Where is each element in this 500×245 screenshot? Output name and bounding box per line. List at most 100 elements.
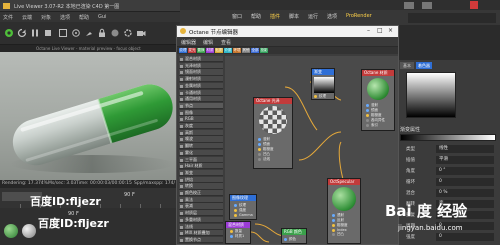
node-list-item[interactable]: 渐变	[179, 169, 223, 177]
attr-tab-shader[interactable]: 着色器	[416, 62, 432, 69]
viewer-menu-options[interactable]: 选项	[60, 14, 70, 21]
viewer-menu-help[interactable]: 帮助	[79, 14, 89, 21]
viewer-info-text: Octane Live Viewer - material preview - …	[36, 46, 141, 51]
c4d-menu-options[interactable]: 选项	[327, 13, 337, 20]
node-list-item[interactable]: 噪波	[179, 136, 223, 143]
node-list-item[interactable]: Hair 材质	[179, 163, 223, 170]
c4d-menu-help[interactable]: 帮助	[251, 13, 261, 20]
region-render-icon[interactable]	[58, 28, 68, 38]
node-list-item[interactable]: 雾化	[179, 149, 223, 157]
node-category-tab[interactable]: 投影	[260, 48, 268, 53]
viewer-menu-cloud[interactable]: 云端	[22, 14, 32, 21]
node-list-item[interactable]: 混合材质	[179, 56, 223, 63]
node-category-tab[interactable]: 发光	[188, 48, 196, 53]
node-gradient[interactable]: 渐变 纹理	[311, 68, 335, 100]
node-list-item[interactable]: 置换节点	[179, 236, 223, 244]
c4d-toolbar-icon[interactable]	[404, 2, 414, 9]
c4d-toolbar-icon[interactable]	[422, 2, 432, 9]
render-image[interactable]	[0, 52, 180, 180]
node-list-item[interactable]: 卡通材质	[179, 89, 223, 96]
node-menu-view[interactable]: 查看	[221, 39, 231, 46]
node-category-tab[interactable]: 置换	[197, 48, 205, 53]
pick-material-icon[interactable]	[84, 28, 94, 38]
node-list-item[interactable]: RGB	[179, 116, 223, 123]
attr-row-value[interactable]: 0	[436, 178, 494, 186]
node-list-item[interactable]: 镜面材质	[179, 69, 223, 76]
node-rgb-color[interactable]: RGB 颜色 颜色	[281, 228, 307, 244]
node-mix-material[interactable]: 混合材质 数量 材质1	[225, 221, 251, 244]
viewer-menu-object[interactable]: 对象	[41, 14, 51, 21]
c4d-menu-run[interactable]: 运行	[308, 13, 318, 20]
viewer-menu-gui[interactable]: Gui	[98, 14, 106, 20]
camera-icon[interactable]	[136, 28, 146, 38]
attr-row-value[interactable]: 0 %	[436, 189, 494, 197]
gradient-ramp[interactable]	[400, 134, 496, 141]
node-pin[interactable]: 颜色	[284, 237, 296, 242]
node-list-item[interactable]: 多重材质	[179, 216, 223, 224]
node-list-item[interactable]: 翻转	[179, 143, 223, 150]
node-list-item[interactable]: 乘法	[179, 196, 223, 203]
node-category-tab[interactable]: 贴图	[215, 48, 223, 53]
node-oct-specular[interactable]: OctSpecular 透射 反射 粗糙度 Index 凹凸	[327, 178, 361, 244]
node-image-texture[interactable]: 图像纹理 纹理 强度 Gamma	[229, 194, 257, 220]
node-list-item[interactable]: 通用材质	[179, 96, 223, 103]
send-scene-icon[interactable]	[4, 28, 14, 38]
pause-icon[interactable]	[30, 28, 40, 38]
node-pin[interactable]: 纹理	[314, 94, 326, 99]
attr-row-value[interactable]: 0	[436, 233, 494, 241]
node-list-item[interactable]: 高斯	[179, 129, 223, 136]
close-icon[interactable]: ×	[388, 27, 393, 34]
material-thumbnail[interactable]	[4, 224, 18, 238]
node-pin[interactable]: 材质1	[230, 234, 254, 239]
maximize-icon[interactable]: □	[377, 27, 383, 34]
node-list-item[interactable]: 颜色校正	[179, 190, 223, 197]
node-category-tab[interactable]: 全部	[251, 48, 259, 53]
node-octane-glossy[interactable]: Octane 光泽 漫射 镜面 粗糙度 凹凸 法线	[253, 97, 293, 169]
node-pin[interactable]: Gamma	[234, 213, 258, 217]
node-list-item[interactable]: 材质层	[179, 210, 223, 217]
minimize-icon[interactable]: –	[367, 27, 370, 34]
restart-icon[interactable]	[17, 28, 27, 38]
node-pins: 漫射 镜面 粗糙度 各向异性 索引	[364, 103, 394, 128]
node-list-item[interactable]: 金属材质	[179, 82, 223, 90]
c4d-menu-plugins[interactable]: 插件	[270, 13, 280, 20]
node-category-tab[interactable]: 其他	[242, 48, 250, 53]
node-pin[interactable]: 凹凸	[332, 232, 364, 237]
node-list-item[interactable]: 衰减	[179, 203, 223, 210]
node-pin[interactable]: 法线	[258, 157, 294, 162]
node-category-tab[interactable]: 材质	[206, 48, 214, 53]
node-list-item[interactable]: 光泽材质	[179, 62, 223, 69]
node-pin[interactable]: 索引	[366, 123, 396, 128]
node-category-tab[interactable]: 介质	[224, 48, 232, 53]
node-list-item[interactable]: MIX 材质叠加	[179, 230, 223, 237]
clay-mode-icon[interactable]	[110, 28, 120, 38]
node-list-item[interactable]: 三平面	[179, 156, 223, 163]
lock-icon[interactable]	[97, 28, 107, 38]
viewer-menu-file[interactable]: 文件	[3, 14, 13, 21]
stop-icon[interactable]	[43, 28, 53, 38]
node-list-item[interactable]: 灰度	[179, 123, 223, 130]
c4d-close-icon[interactable]	[470, 1, 478, 9]
node-category-tab[interactable]: 纹理	[179, 48, 187, 53]
node-list-item[interactable]: 法线	[179, 223, 223, 230]
node-octane-material[interactable]: Octane 材质 漫射 镜面 粗糙度 各向异性 索引	[361, 69, 395, 131]
attr-row-value[interactable]: 线性	[436, 145, 494, 153]
attr-row-value[interactable]: 平滑	[436, 156, 494, 164]
timeline-frame-value[interactable]: 90 F	[124, 192, 135, 198]
node-list-item[interactable]: 图像	[179, 109, 223, 116]
c4d-menu-prorender[interactable]: ProRender	[346, 13, 372, 19]
attr-tab-basic[interactable]: 基本	[400, 62, 414, 69]
attr-row-value[interactable]: 0 °	[436, 167, 494, 175]
node-list-item[interactable]: 漫射材质	[179, 76, 223, 83]
settings-icon[interactable]	[123, 28, 133, 38]
node-list-item[interactable]: 节点	[179, 102, 223, 110]
node-list-item[interactable]: 转换	[179, 183, 223, 190]
node-category-tab[interactable]: 环境	[233, 48, 241, 53]
node-menu-edit[interactable]: 编辑	[203, 39, 213, 46]
pick-focus-icon[interactable]	[71, 28, 81, 38]
node-graph-canvas[interactable]: 渐变 纹理 Octane 材质 漫射 镜面 粗糙度 各向异性 索引 Octane…	[225, 56, 398, 244]
node-menu-editor[interactable]: 编辑器	[181, 39, 196, 46]
node-list-item[interactable]: 烘焙	[179, 176, 223, 183]
c4d-menu-script[interactable]: 脚本	[289, 13, 299, 20]
c4d-menu-window[interactable]: 窗口	[232, 13, 242, 20]
